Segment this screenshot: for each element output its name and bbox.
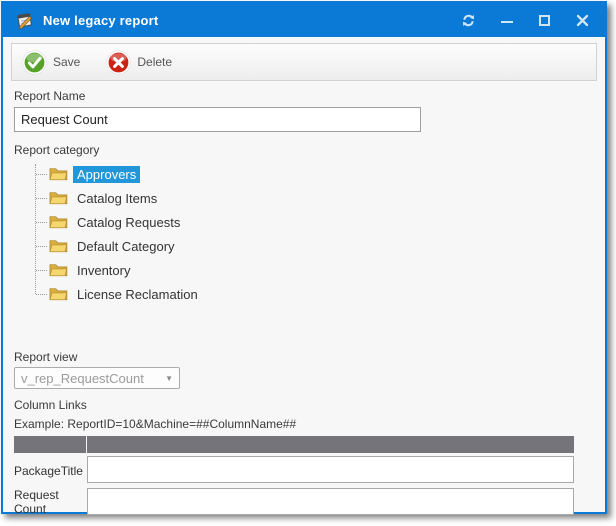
report-name-label: Report Name [14,89,594,103]
form-body: Report Name Report category Approvers [3,81,605,516]
close-icon [576,14,589,27]
maximize-button[interactable] [536,12,553,29]
folder-icon [49,214,68,230]
tree-connector [36,198,47,199]
tree-item-label: Default Category [73,238,179,255]
tree-item-catalog-items[interactable]: Catalog Items [32,186,594,210]
window-controls [460,12,591,29]
request-count-link-input[interactable] [87,488,574,515]
screen: New legacy report [0,0,616,526]
grid-header-cell [87,436,574,453]
tree-item-label: Inventory [73,262,134,279]
new-legacy-report-window: New legacy report [1,1,607,514]
row-label-packagetitle: PackageTitle [14,462,87,478]
tree-connector [36,222,47,223]
grid-header-row [14,436,574,453]
column-links-grid: PackageTitle Request Count [14,436,574,516]
toolbar: Save Delete [11,43,597,81]
column-links-label: Column Links [14,398,594,412]
tree-item-label: Approvers [73,166,140,183]
tree-item-approvers[interactable]: Approvers [32,162,594,186]
report-view-label: Report view [14,350,594,364]
tree-item-license-reclamation[interactable]: License Reclamation [32,282,594,306]
tree-item-label: Catalog Requests [73,214,184,231]
folder-icon [49,190,68,206]
tree-item-label: Catalog Items [73,190,161,207]
maximize-icon [539,15,550,26]
save-label: Save [53,55,80,69]
row-label-request-count: Request Count [14,486,87,516]
chevron-down-icon: ▼ [165,374,173,383]
folder-icon [49,262,68,278]
tree-connector [36,174,47,175]
tree-connector [36,294,47,295]
table-row: Request Count [14,486,574,516]
tree-item-catalog-requests[interactable]: Catalog Requests [32,210,594,234]
tree-item-default-category[interactable]: Default Category [32,234,594,258]
grid-header-cell [14,436,86,453]
report-category-label: Report category [14,143,594,157]
window-title: New legacy report [43,13,158,28]
column-links-example: Example: ReportID=10&Machine=##ColumnNam… [14,417,594,431]
delete-label: Delete [137,55,172,69]
tree-connector [36,270,47,271]
note-pencil-icon [15,10,35,30]
report-view-value: v_rep_RequestCount [21,371,161,386]
save-check-icon [22,50,47,75]
folder-icon [49,286,68,302]
packagetitle-link-input[interactable] [87,456,574,483]
titlebar[interactable]: New legacy report [3,3,605,37]
table-row: PackageTitle [14,456,574,483]
refresh-button[interactable] [460,12,477,29]
report-view-dropdown[interactable]: v_rep_RequestCount ▼ [14,367,180,389]
save-button[interactable]: Save [22,50,80,75]
folder-icon [49,166,68,182]
delete-x-icon [106,50,131,75]
category-tree: Approvers Catalog Items [14,162,594,306]
tree-item-inventory[interactable]: Inventory [32,258,594,282]
folder-icon [49,238,68,254]
refresh-icon [460,12,477,29]
minimize-button[interactable] [498,12,515,29]
tree-item-label: License Reclamation [73,286,202,303]
delete-button[interactable]: Delete [106,50,172,75]
tree-connector [36,246,47,247]
close-button[interactable] [574,12,591,29]
report-name-input[interactable] [14,107,421,132]
minimize-icon [501,21,513,23]
